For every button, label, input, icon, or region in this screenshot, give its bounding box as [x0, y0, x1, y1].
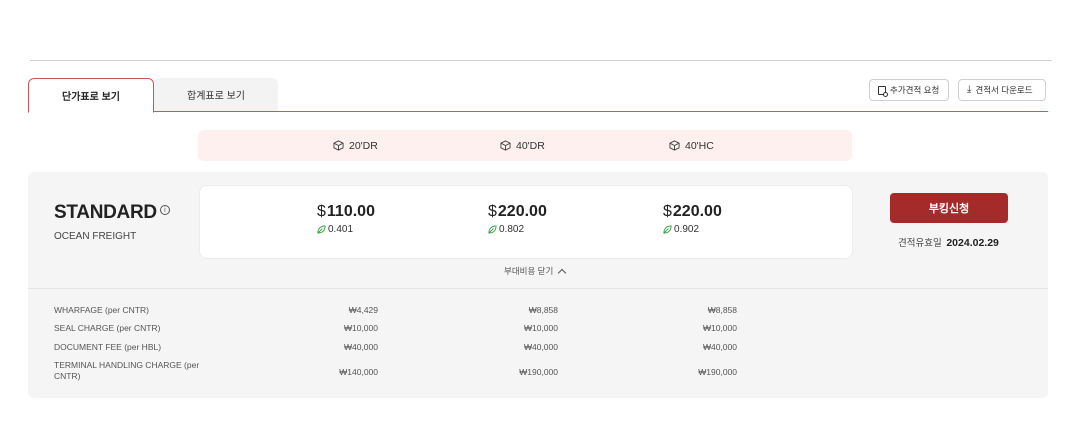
leaf-icon	[317, 225, 326, 234]
booking-request-button[interactable]: 부킹신청	[890, 193, 1008, 223]
container-label: 40'DR	[516, 139, 545, 152]
charge-value: ₩10,000	[343, 323, 378, 333]
surcharge-divider	[28, 288, 1048, 289]
currency-symbol: $	[488, 203, 497, 220]
download-quote-button[interactable]: ⤓ 견적서 다운로드	[958, 79, 1046, 101]
tab-total-price[interactable]: 합계표로 보기	[154, 78, 278, 111]
container-col-40hc: 40'HC	[669, 130, 714, 161]
charge-name: SEAL CHARGE (per CNTR)	[54, 323, 161, 333]
charge-name: WHARFAGE (per CNTR)	[54, 305, 149, 315]
additional-quote-label: 추가견적 요청	[890, 85, 940, 95]
carbon-ratio: 0.802	[499, 224, 525, 235]
charge-value: ₩10,000	[702, 323, 737, 333]
container-label: 20'DR	[349, 139, 378, 152]
rate-card: STANDARD i OCEAN FREIGHT $110.00 0.401 $…	[28, 172, 1048, 398]
charge-value: ₩190,000	[698, 367, 737, 377]
download-quote-label: 견적서 다운로드	[975, 85, 1033, 95]
charge-value: ₩40,000	[702, 342, 737, 352]
service-category: OCEAN FREIGHT	[54, 231, 137, 242]
leaf-icon	[663, 225, 672, 234]
price-amount: 110.00	[326, 203, 375, 220]
surcharge-toggle[interactable]: 부대비용 닫기	[504, 265, 567, 277]
top-divider	[30, 60, 1052, 61]
charge-value: ₩40,000	[343, 342, 378, 352]
additional-quote-button[interactable]: 추가견적 요청	[869, 79, 949, 101]
charge-value: ₩40,000	[523, 342, 558, 352]
tab-unit-price[interactable]: 단가표로 보기	[28, 78, 154, 113]
container-type-header: 20'DR 40'DR 40'HC	[198, 130, 852, 161]
currency-symbol: $	[317, 203, 326, 220]
surcharge-toggle-label: 부대비용 닫기	[504, 266, 554, 276]
charge-name: DOCUMENT FEE (per HBL)	[54, 342, 162, 352]
price-amount: 220.00	[672, 203, 722, 220]
charge-value: ₩4,429	[348, 305, 378, 315]
carbon-ratio: 0.401	[328, 224, 354, 235]
container-col-20dr: 20'DR	[333, 130, 378, 161]
box-icon	[669, 140, 680, 151]
service-title: STANDARD i	[54, 202, 170, 224]
validity-label: 견적유효일	[898, 238, 942, 249]
document-search-icon	[878, 85, 888, 97]
chevron-up-icon	[558, 268, 567, 277]
charge-name: TERMINAL HANDLING CHARGE (per CNTR)	[54, 360, 200, 381]
charge-value: ₩190,000	[519, 367, 558, 377]
price-40hc: $220.00 0.902	[663, 203, 722, 235]
charge-value: ₩140,000	[339, 367, 378, 377]
box-icon	[500, 140, 511, 151]
container-label: 40'HC	[685, 139, 714, 152]
price-20dr: $110.00 0.401	[317, 203, 375, 235]
carbon-ratio: 0.902	[674, 224, 700, 235]
charge-value: ₩10,000	[523, 323, 558, 333]
service-name: STANDARD	[54, 202, 157, 223]
container-col-40dr: 40'DR	[500, 130, 545, 161]
price-40dr: $220.00 0.802	[488, 203, 547, 235]
validity-date: 2024.02.29	[946, 237, 999, 249]
price-panel: $110.00 0.401 $220.00 0.802 $220.00 0.90…	[199, 185, 853, 259]
charge-value: ₩8,858	[528, 305, 558, 315]
quote-validity: 견적유효일 2024.02.29	[898, 235, 999, 249]
price-amount: 220.00	[497, 203, 547, 220]
download-icon: ⤓	[967, 84, 972, 95]
charge-value: ₩8,858	[707, 305, 737, 315]
tab-underline	[28, 111, 1048, 112]
box-icon	[333, 140, 344, 151]
info-icon[interactable]: i	[159, 205, 170, 215]
currency-symbol: $	[663, 203, 672, 220]
leaf-icon	[488, 225, 497, 234]
